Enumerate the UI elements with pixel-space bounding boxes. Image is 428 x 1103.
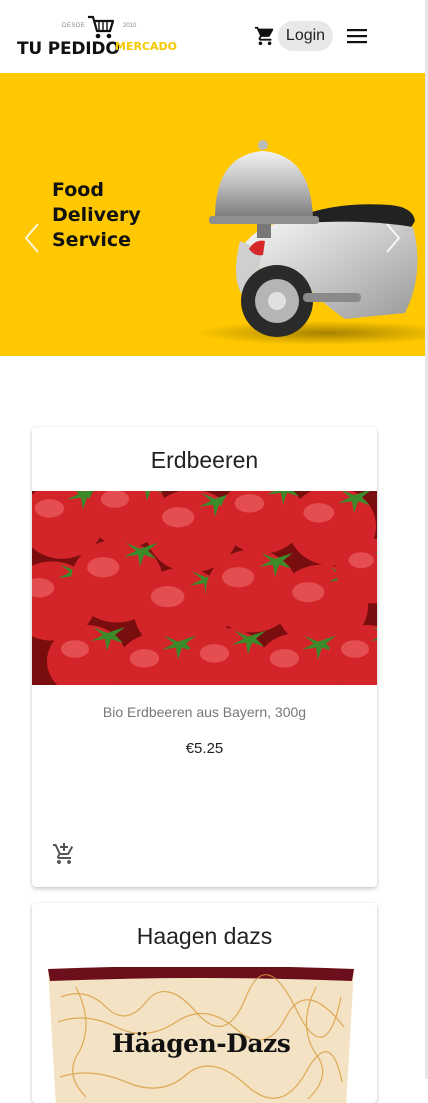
product-title: Erdbeeren [150, 447, 259, 473]
logo-name-text: TU PEDIDO [17, 39, 120, 59]
hero-line: Service [52, 229, 131, 251]
carousel-prev-icon[interactable] [22, 221, 42, 255]
logo-year-text: 2010 [123, 23, 137, 29]
brand-logo[interactable]: DESDE 2010 TU PEDIDO MERCADO [16, 13, 181, 63]
logo-suffix-text: MERCADO [115, 40, 177, 53]
add-shopping-cart-icon[interactable] [51, 842, 77, 866]
shopping-cart-icon[interactable] [254, 24, 276, 48]
haagen-dazs-logo-text: Häagen-Dazs [111, 1029, 291, 1058]
carousel-next-icon[interactable] [383, 221, 403, 255]
strawberries-image [32, 491, 377, 685]
hero-line: Delivery [52, 204, 141, 226]
product-card[interactable]: Haagen dazs Häagen-Dazs [32, 903, 377, 1103]
hero-headline: Food Delivery Service [52, 178, 141, 253]
login-button[interactable]: Login [278, 21, 333, 51]
logo-cart-icon [88, 15, 115, 39]
product-card[interactable]: Erdbeeren Bio Erdbeeren aus Bayern, 300g… [32, 427, 377, 887]
product-price: €5.25 [185, 740, 224, 757]
product-title: Haagen dazs [136, 923, 273, 949]
hero-carousel: Food Delivery Service [0, 73, 425, 356]
logo-desde-text: DESDE [62, 23, 86, 29]
top-app-bar: DESDE 2010 TU PEDIDO MERCADO Login [0, 0, 425, 73]
product-description: Bio Erdbeeren aus Bayern, 300g [102, 704, 307, 720]
hero-line: Food [52, 179, 104, 201]
hamburger-menu-icon[interactable] [345, 26, 369, 46]
